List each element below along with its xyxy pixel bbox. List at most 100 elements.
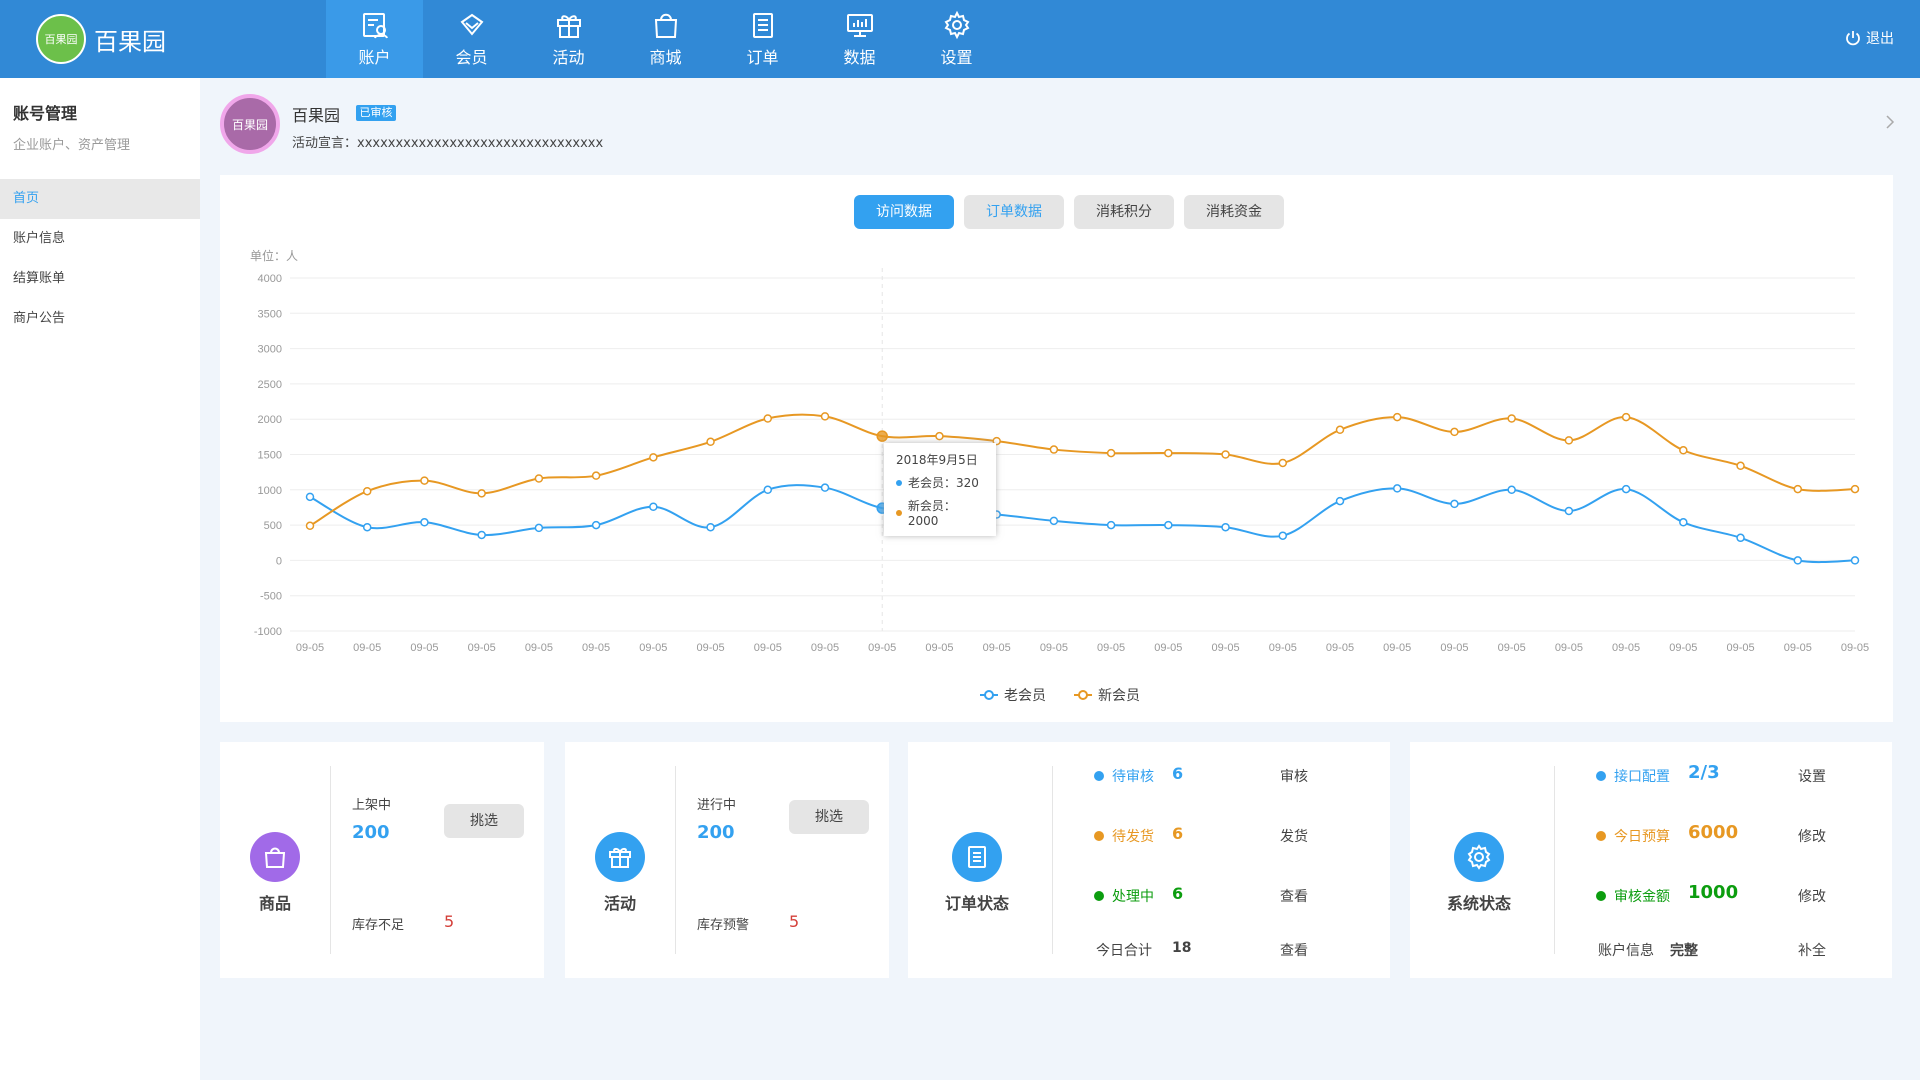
sidebar-item-billing[interactable]: 结算账单 xyxy=(0,259,200,299)
x-tick-label: 09-05 xyxy=(811,642,839,654)
status-badge: 已审核 xyxy=(356,105,396,121)
review-link[interactable]: 审核 xyxy=(1280,766,1308,786)
x-tick-label: 09-05 xyxy=(754,642,782,654)
status-value: 6 xyxy=(1172,764,1184,783)
low-stock-value[interactable]: 5 xyxy=(444,912,454,931)
nav-item-account[interactable]: 账户 xyxy=(326,0,423,78)
view-link[interactable]: 查看 xyxy=(1280,886,1308,906)
data-point xyxy=(935,431,944,441)
legend-item-new-members[interactable]: 新会员 xyxy=(1074,685,1140,705)
data-point xyxy=(1850,556,1860,565)
tooltip-title: 2018年9月5日 xyxy=(896,453,978,467)
legend-line-icon xyxy=(980,690,998,700)
sidebar-item-home[interactable]: 首页 xyxy=(0,179,200,219)
status-label: 今日预算 xyxy=(1614,829,1670,845)
y-tick-label: 500 xyxy=(264,520,282,532)
goods-card: 商品 上架中 200 挑选 库存不足 5 xyxy=(220,742,544,978)
diamond-icon xyxy=(460,13,483,36)
data-point xyxy=(1392,484,1402,493)
status-value: 1000 xyxy=(1688,882,1739,903)
today-total-label: 今日合计 xyxy=(1096,943,1152,959)
running-label: 进行中 xyxy=(697,798,737,813)
logo-icon: 百果园 xyxy=(36,14,86,64)
nav-item-orders[interactable]: 订单 xyxy=(714,0,811,78)
system-icon-circle xyxy=(1454,832,1504,882)
activity-icon-circle xyxy=(595,832,645,882)
nav-label: 商城 xyxy=(649,48,682,67)
status-row-processing[interactable]: 处理中 xyxy=(1094,886,1154,906)
x-tick-label: 09-05 xyxy=(1383,642,1411,654)
legend-item-old-members[interactable]: 老会员 xyxy=(980,685,1046,705)
x-tick-label: 09-05 xyxy=(1841,642,1869,654)
data-point xyxy=(649,502,658,511)
status-row-pending-review[interactable]: 待审核 xyxy=(1094,766,1154,786)
y-tick-label: 4000 xyxy=(258,273,282,285)
status-row-api-config: 接口配置 xyxy=(1596,766,1670,786)
series-dot-icon xyxy=(896,479,902,486)
sidebar-item-notices[interactable]: 商户公告 xyxy=(0,299,200,339)
data-point xyxy=(305,492,315,502)
data-point xyxy=(1736,533,1745,543)
settings-link[interactable]: 设置 xyxy=(1798,766,1826,786)
nav-item-data[interactable]: 数据 xyxy=(811,0,908,78)
status-label: 审核金额 xyxy=(1614,889,1670,905)
tooltip-row: 新会员：2000 xyxy=(896,497,984,528)
x-tick-label: 09-05 xyxy=(1555,642,1583,654)
data-point xyxy=(1450,427,1459,437)
brand-logo[interactable]: 百果园 百果园 xyxy=(36,14,166,64)
filter-button[interactable]: 挑选 xyxy=(444,804,524,838)
y-tick-label: 2500 xyxy=(258,379,282,391)
total-view-link[interactable]: 查看 xyxy=(1280,940,1308,960)
data-point xyxy=(591,520,601,530)
data-point xyxy=(1164,520,1173,530)
logout-button[interactable]: 退出 xyxy=(1844,28,1894,48)
status-value: 2/3 xyxy=(1688,762,1720,783)
nav-item-settings[interactable]: 设置 xyxy=(908,0,1005,78)
data-point xyxy=(477,489,486,498)
chevron-right-icon[interactable] xyxy=(1882,114,1898,130)
status-dot-icon xyxy=(1596,771,1606,781)
card-label: 商品 xyxy=(258,894,291,913)
data-point xyxy=(1621,484,1631,494)
status-row-pending-ship[interactable]: 待发货 xyxy=(1094,826,1154,846)
account-summary[interactable]: 百果园 百果园 已审核 活动宣言：xxxxxxxxxxxxxxxxxxxxxxx… xyxy=(200,78,1920,178)
filter-button[interactable]: 挑选 xyxy=(789,800,869,834)
x-tick-label: 09-05 xyxy=(582,642,610,654)
complete-link[interactable]: 补全 xyxy=(1798,940,1826,960)
y-tick-label: 1500 xyxy=(258,450,282,462)
data-point xyxy=(1507,414,1516,423)
series-line-1 xyxy=(309,413,1856,527)
sidebar-item-account-info[interactable]: 账户信息 xyxy=(0,219,200,259)
data-point xyxy=(1164,448,1173,458)
nav-label: 设置 xyxy=(940,48,973,67)
x-tick-label: 09-05 xyxy=(1211,642,1239,654)
account-name: 百果园 xyxy=(292,106,341,125)
data-point xyxy=(1507,485,1516,495)
ship-link[interactable]: 发货 xyxy=(1280,826,1308,846)
on-sale-value: 200 xyxy=(352,822,390,843)
nav-label: 活动 xyxy=(552,48,585,67)
account-info-label: 账户信息 xyxy=(1598,943,1654,959)
top-navbar: 百果园 百果园 账户 会员 活动 商城 订单 数据 设置 退出 xyxy=(0,0,1920,78)
x-tick-label: 09-05 xyxy=(925,642,953,654)
order-icon-circle xyxy=(952,832,1002,882)
status-label: 处理中 xyxy=(1112,889,1154,905)
x-tick-label: 09-05 xyxy=(468,642,496,654)
logo-text-mark: 百果园 xyxy=(44,33,78,46)
x-tick-label: 09-05 xyxy=(983,642,1011,654)
stock-warning-label: 库存预警 xyxy=(697,918,750,933)
status-dot-icon xyxy=(1094,891,1104,901)
data-point xyxy=(1736,461,1745,471)
nav-label: 数据 xyxy=(843,48,876,67)
nav-item-activity[interactable]: 活动 xyxy=(520,0,617,78)
modify-link[interactable]: 修改 xyxy=(1798,826,1826,846)
data-point xyxy=(1335,425,1345,435)
card-label: 活动 xyxy=(603,894,636,913)
card-label: 系统状态 xyxy=(1446,894,1511,913)
nav-item-mall[interactable]: 商城 xyxy=(617,0,714,78)
stock-warning-value[interactable]: 5 xyxy=(789,912,799,931)
account-info-value: 完整 xyxy=(1670,943,1698,959)
nav-item-member[interactable]: 会员 xyxy=(423,0,520,78)
modify-link[interactable]: 修改 xyxy=(1798,886,1826,906)
sidebar-subtitle: 企业账户、资产管理 xyxy=(13,138,131,153)
